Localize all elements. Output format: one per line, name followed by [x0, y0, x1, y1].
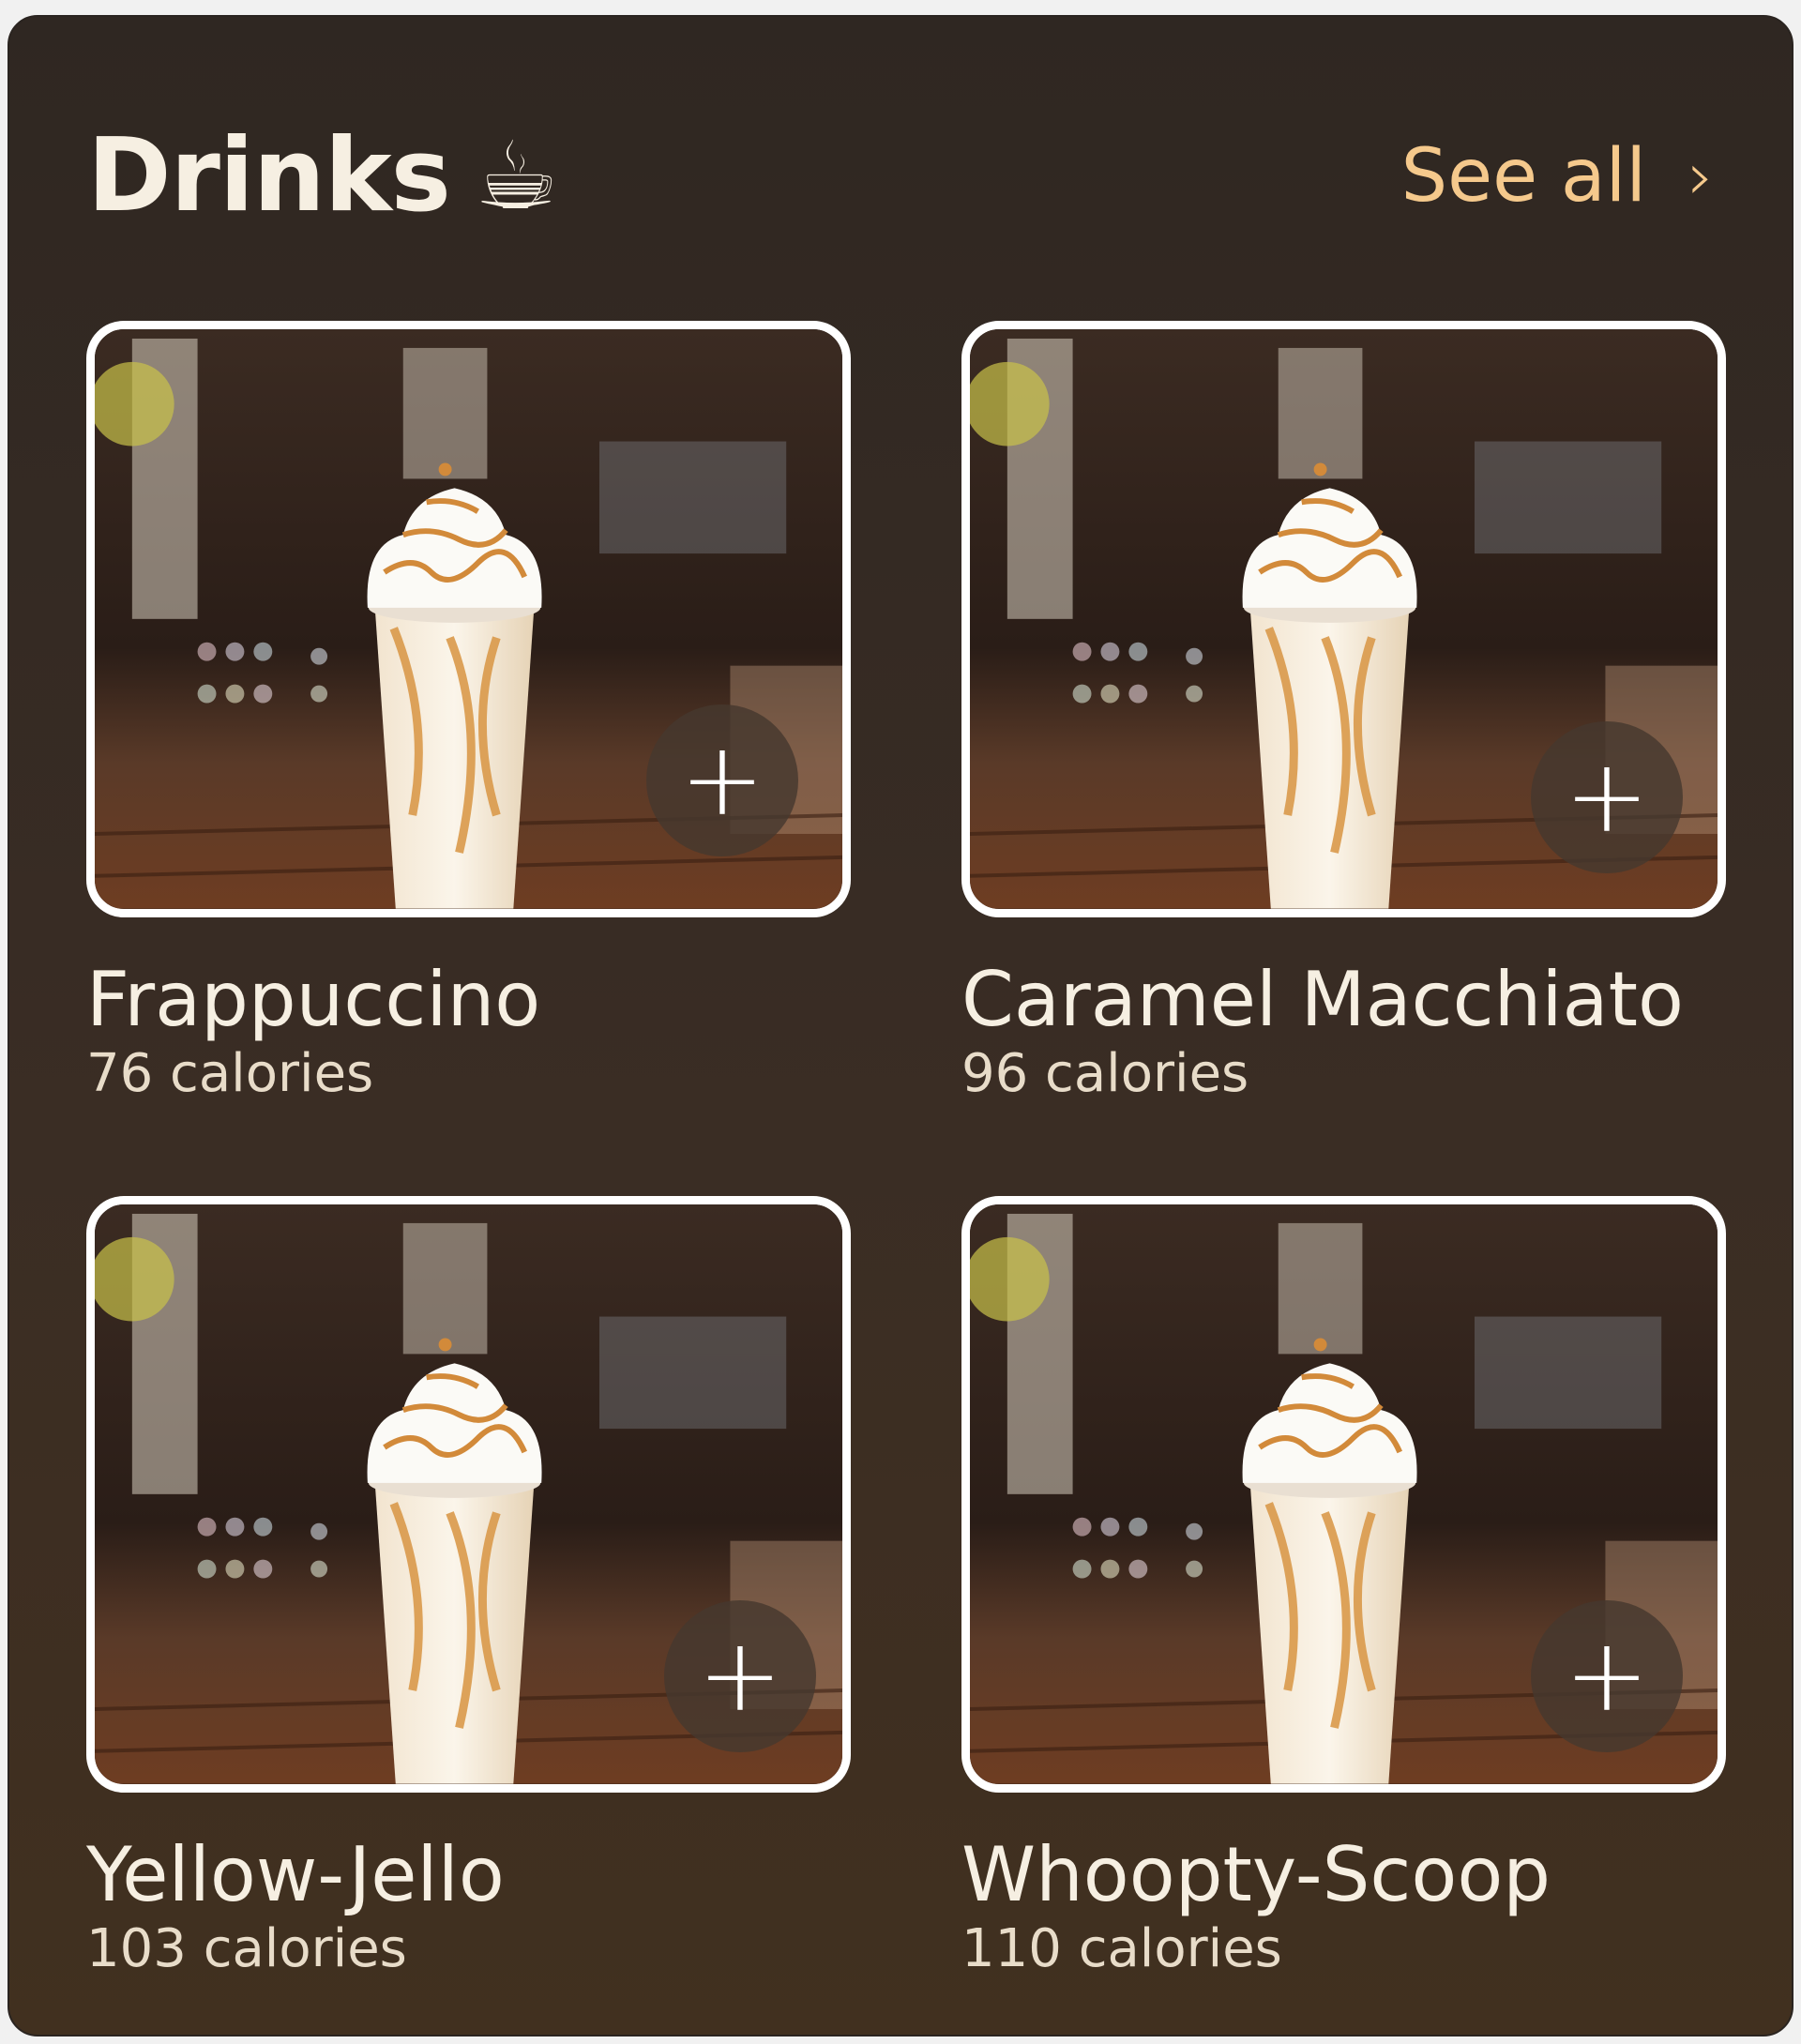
add-to-cart-button[interactable]: +: [646, 704, 798, 856]
chevron-right-icon: ›: [1687, 138, 1714, 215]
add-to-cart-button[interactable]: +: [664, 1600, 816, 1752]
plus-icon: +: [697, 1617, 783, 1734]
title-text: Drinks: [87, 117, 451, 235]
drink-name: Whoopty-Scoop: [961, 1831, 1551, 1918]
drink-calories: 96 calories: [961, 1043, 1249, 1104]
add-to-cart-button[interactable]: +: [1531, 721, 1683, 873]
drink-card[interactable]: + Whoopty-Scoop 110 calories: [961, 1196, 1726, 1982]
drink-calories: 103 calories: [86, 1918, 407, 1979]
section-header: Drinks ☕ See all ›: [87, 111, 1714, 242]
drink-calories: 76 calories: [86, 1043, 374, 1104]
drink-card[interactable]: + Frappuccino 76 calories: [86, 321, 851, 1107]
see-all-link[interactable]: See all ›: [1401, 131, 1714, 221]
drink-image: +: [86, 321, 851, 917]
plus-icon: +: [679, 721, 765, 839]
add-to-cart-button[interactable]: +: [1531, 1600, 1683, 1752]
drink-image: +: [86, 1196, 851, 1793]
plus-icon: +: [1564, 738, 1650, 855]
drink-card[interactable]: + Caramel Macchiato 96 calories: [961, 321, 1726, 1107]
drinks-grid: + Frappuccino 76 calories + Caramel Macc…: [86, 321, 1726, 1982]
drink-card[interactable]: + Yellow-Jello 103 calories: [86, 1196, 851, 1982]
drink-image: +: [961, 321, 1726, 917]
drink-image: +: [961, 1196, 1726, 1793]
drink-name: Frappuccino: [86, 956, 541, 1043]
plus-icon: +: [1564, 1617, 1650, 1734]
see-all-label: See all: [1400, 134, 1646, 219]
section-title: Drinks ☕: [87, 111, 559, 242]
drink-name: Caramel Macchiato: [961, 956, 1684, 1043]
drink-name: Yellow-Jello: [86, 1831, 505, 1918]
drink-calories: 110 calories: [961, 1918, 1282, 1979]
coffee-cup-icon: ☕: [474, 121, 559, 231]
drinks-panel: Drinks ☕ See all › + Frappuccino 76 calo…: [8, 15, 1793, 2036]
